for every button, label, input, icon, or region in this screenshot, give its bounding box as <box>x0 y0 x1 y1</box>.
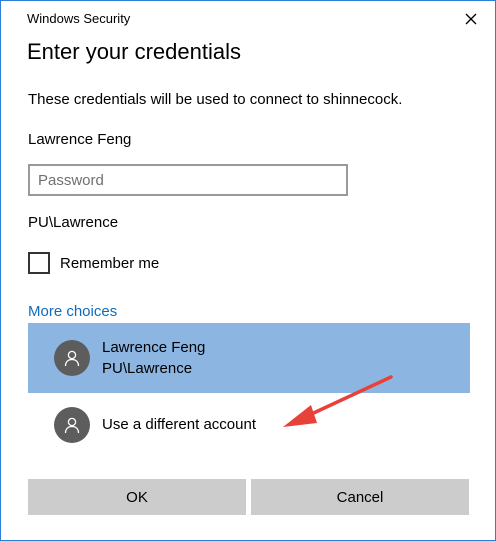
cancel-button[interactable]: Cancel <box>251 479 469 515</box>
more-choices-link[interactable]: More choices <box>28 303 117 320</box>
credentials-dialog: Windows Security Enter your credentials … <box>0 0 496 541</box>
remember-me-label: Remember me <box>60 254 160 272</box>
user-avatar-icon <box>54 340 90 376</box>
close-button[interactable] <box>457 6 485 32</box>
checkbox-box[interactable] <box>28 252 50 274</box>
account-tile-lawrence-feng[interactable]: Lawrence Feng PU\Lawrence <box>28 323 470 393</box>
window-title: Windows Security <box>27 11 131 26</box>
domain-user-label: PU\Lawrence <box>28 214 119 231</box>
ok-button[interactable]: OK <box>28 479 246 515</box>
user-avatar-icon <box>54 407 90 443</box>
account-name: Lawrence Feng <box>102 339 206 356</box>
username-label: Lawrence Feng <box>28 131 132 148</box>
info-text: These credentials will be used to connec… <box>28 91 403 108</box>
different-account-label: Use a different account <box>102 416 256 433</box>
close-icon <box>465 13 477 25</box>
remember-me-checkbox[interactable]: Remember me <box>28 252 159 274</box>
password-field[interactable] <box>28 164 348 196</box>
account-tile-different-account[interactable]: Use a different account <box>28 405 470 445</box>
dialog-heading: Enter your credentials <box>27 39 241 64</box>
account-domain: PU\Lawrence <box>102 360 193 377</box>
